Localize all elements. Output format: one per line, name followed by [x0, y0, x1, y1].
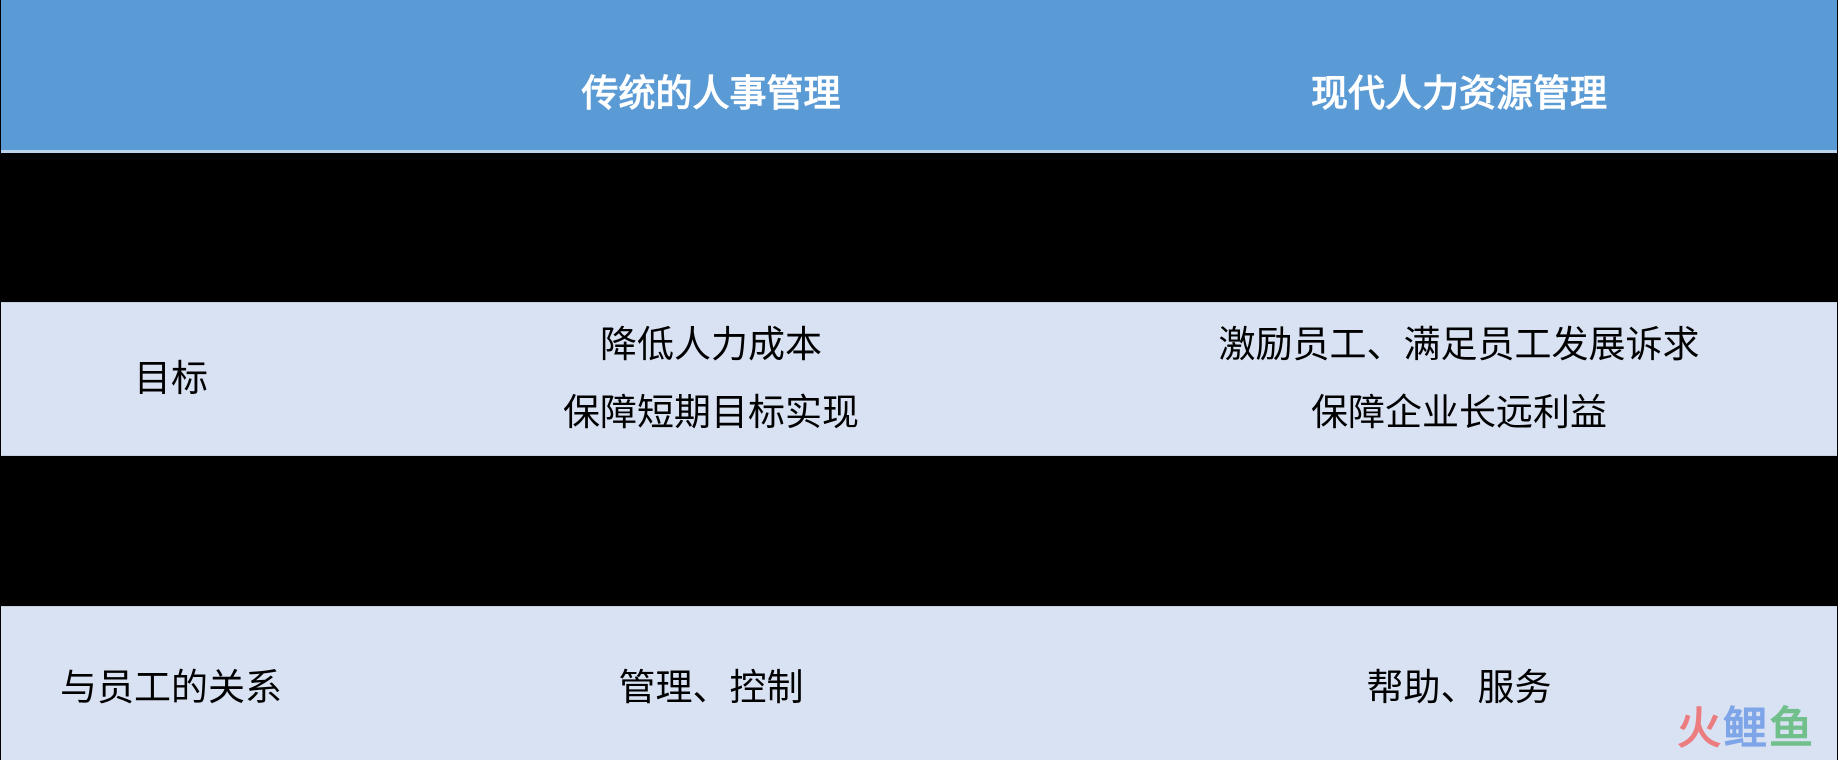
watermark-char: 火	[1677, 703, 1723, 754]
header-cell-modern: 现代人力资源管理	[1081, 0, 1837, 150]
watermark-char: 鲤	[1723, 703, 1769, 754]
traditional-line: 管理、控制	[618, 665, 804, 709]
traditional-cell: 降低人力成本 保障短期目标实现	[341, 303, 1081, 455]
watermark-logo: 火鲤鱼	[1677, 692, 1815, 756]
watermark-char: 鱼	[1769, 703, 1815, 754]
traditional-line: 保障短期目标实现	[563, 391, 859, 434]
header-traditional-label: 传统的人事管理	[581, 72, 841, 115]
row-label: 与员工的关系	[60, 665, 282, 709]
table-row-goal: 目标 降低人力成本 保障短期目标实现 激励员工、满足员工发展诉求 保障企业长远利…	[1, 302, 1837, 456]
table-row-redacted	[1, 456, 1837, 606]
table-row-employee-relation: 与员工的关系 管理、控制 帮助、服务 火鲤鱼	[1, 606, 1837, 760]
header-cell-empty	[1, 0, 341, 150]
header-cell-traditional: 传统的人事管理	[341, 0, 1081, 150]
modern-line: 保障企业长远利益	[1311, 391, 1607, 434]
traditional-line: 降低人力成本	[600, 323, 822, 366]
header-modern-label: 现代人力资源管理	[1311, 72, 1607, 115]
table-header-row: 传统的人事管理 现代人力资源管理	[1, 0, 1837, 153]
modern-line: 帮助、服务	[1366, 665, 1552, 709]
comparison-table: 传统的人事管理 现代人力资源管理 目标 降低人力成本 保障短期目标实现 激励员工…	[1, 0, 1837, 760]
row-label-cell: 目标	[1, 303, 341, 455]
table-row-redacted	[1, 153, 1837, 302]
modern-cell: 激励员工、满足员工发展诉求 保障企业长远利益	[1081, 303, 1837, 455]
row-label: 目标	[134, 357, 208, 400]
traditional-cell: 管理、控制	[341, 607, 1081, 760]
row-label-cell: 与员工的关系	[1, 607, 341, 760]
modern-line: 激励员工、满足员工发展诉求	[1218, 323, 1700, 366]
